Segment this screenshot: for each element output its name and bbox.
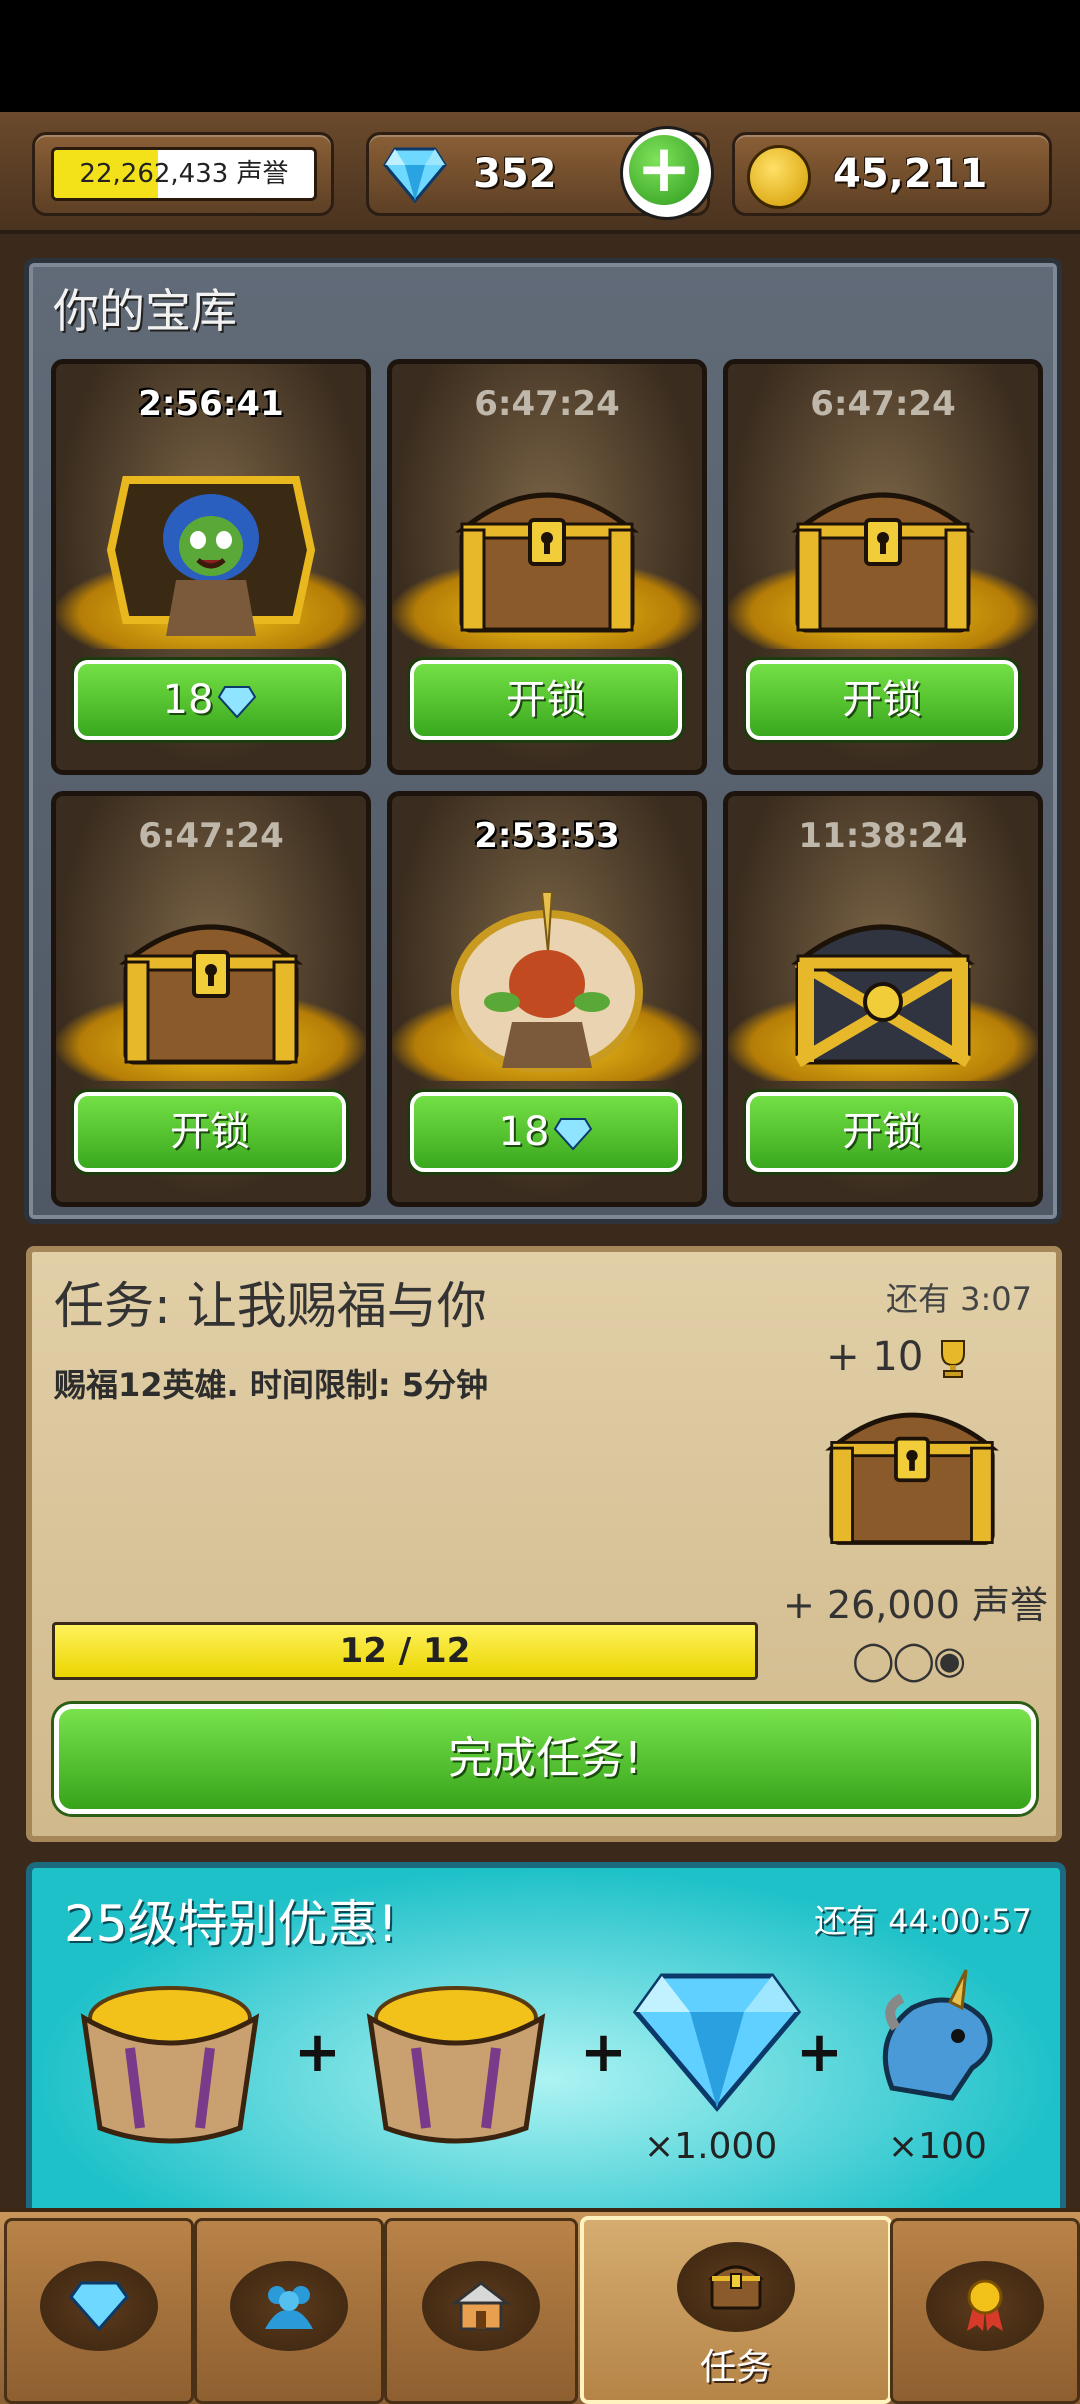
offer-time-remaining: 还有 44:00:57 <box>814 1902 1032 1940</box>
vault-slot[interactable]: 6:47:24 开锁 <box>723 359 1043 775</box>
gold-count: 45,211 <box>833 151 988 197</box>
slot-timer: 2:56:41 <box>138 384 284 424</box>
plus-sign: + <box>294 2020 341 2085</box>
unicorn-goblin-icon <box>451 892 643 1072</box>
gem-count: 352 <box>473 151 557 197</box>
vault-slot[interactable]: 11:38:24 开锁 <box>723 791 1043 1207</box>
plus-sign: + <box>796 2020 843 2085</box>
instant-open-cost: 18 <box>498 1109 550 1155</box>
tab-heroes[interactable] <box>194 2218 384 2404</box>
unlock-button[interactable]: 开锁 <box>74 1092 346 1172</box>
quest-stage-indicator: ◯◯◉ <box>852 1638 966 1682</box>
instant-open-button[interactable]: 18 <box>410 1092 682 1172</box>
quest-title: 任务: 让我赐福与你 <box>54 1277 487 1335</box>
plus-icon: + <box>629 135 699 205</box>
reward-chest-icon <box>825 1412 999 1545</box>
wooden-chest-icon <box>455 492 639 633</box>
treasure-chest-icon <box>80 1986 260 2144</box>
gem-icon <box>218 686 257 719</box>
instant-open-button[interactable]: 18 <box>74 660 346 740</box>
quest-panel: 任务: 让我赐福与你 还有 3:07 赐福12英雄. 时间限制: 5分钟 + 1… <box>26 1246 1062 1842</box>
slot-timer: 6:47:24 <box>474 384 620 424</box>
special-offer-panel[interactable]: 25级特别优惠! 还有 44:00:57 + + ×1.000 + ×100 <box>26 1862 1066 2220</box>
vault-slot[interactable]: 6:47:24 开锁 <box>51 791 371 1207</box>
diamond-icon <box>632 1973 802 2112</box>
unlock-button[interactable]: 开锁 <box>410 660 682 740</box>
complete-quest-button[interactable]: 完成任务! <box>54 1704 1036 1814</box>
medal-icon <box>967 2279 1003 2331</box>
gold-coin-icon <box>747 145 811 209</box>
wooden-chest-icon <box>791 492 975 633</box>
vault-slot[interactable]: 2:53:53 18 <box>387 791 707 1207</box>
gold-panel[interactable]: 45,211 <box>732 132 1052 216</box>
reputation-bar: 22,262,433 声誉 <box>51 147 317 201</box>
slot-timer: 2:53:53 <box>474 816 620 856</box>
vault-slot[interactable]: 6:47:24 开锁 <box>387 359 707 775</box>
gem-quantity: ×1.000 <box>644 2126 778 2167</box>
reputation-value: 22,262,433 声誉 <box>79 159 289 189</box>
unicorn-quantity: ×100 <box>888 2126 987 2167</box>
hooded-goblin-icon <box>106 476 316 636</box>
status-bar <box>0 0 1080 112</box>
slot-timer: 11:38:24 <box>798 816 968 856</box>
quest-progress-bar: 12 / 12 <box>52 1622 758 1680</box>
unlock-button[interactable]: 开锁 <box>746 660 1018 740</box>
reputation-panel[interactable]: 22,262,433 声誉 <box>32 132 334 216</box>
tab-quests[interactable]: 任务 <box>580 2216 892 2404</box>
unlock-button[interactable]: 开锁 <box>746 1092 1018 1172</box>
instant-open-cost: 18 <box>162 677 214 723</box>
slot-timer: 6:47:24 <box>810 384 956 424</box>
vault-title: 你的宝库 <box>53 284 237 338</box>
trophy-icon <box>941 1340 965 1378</box>
wooden-chest-icon <box>119 924 303 1065</box>
chest-icon <box>708 2265 764 2310</box>
quest-progress-label: 12 / 12 <box>339 1631 471 1671</box>
tab-achievements[interactable] <box>890 2218 1080 2404</box>
plus-sign: + <box>580 2020 627 2085</box>
vault-panel: 你的宝库 2:56:41 18 6:47:24 开锁 6:47:24 开锁 6:… <box>24 258 1062 1224</box>
tab-shop[interactable] <box>4 2218 194 2404</box>
offer-title: 25级特别优惠! <box>64 1895 398 1953</box>
unicorn-icon <box>882 1969 993 2101</box>
tab-buildings[interactable] <box>384 2218 578 2404</box>
heroes-icon <box>265 2286 313 2329</box>
iron-chest-icon <box>791 924 975 1068</box>
buildings-icon <box>451 2281 511 2331</box>
reputation-reward: + 26,000 声誉 <box>783 1583 1048 1627</box>
gem-icon <box>383 147 447 203</box>
tab-label: 任务 <box>699 2347 772 2388</box>
trophy-reward: + 10 <box>826 1334 970 1380</box>
gem-icon <box>554 1118 593 1151</box>
gem-icon <box>69 2281 129 2332</box>
slot-timer: 6:47:24 <box>138 816 284 856</box>
bottom-tab-bar: 任务 <box>0 2208 1080 2404</box>
quest-time-remaining: 还有 3:07 <box>885 1280 1032 1318</box>
vault-slot[interactable]: 2:56:41 18 <box>51 359 371 775</box>
trophy-reward-value: + 10 <box>826 1334 924 1380</box>
currency-bar: 22,262,433 声誉 352 + 45,211 <box>0 112 1080 234</box>
add-gems-button[interactable]: + <box>620 126 714 220</box>
quest-description: 赐福12英雄. 时间限制: 5分钟 <box>54 1366 489 1404</box>
treasure-chest-icon <box>366 1986 546 2144</box>
